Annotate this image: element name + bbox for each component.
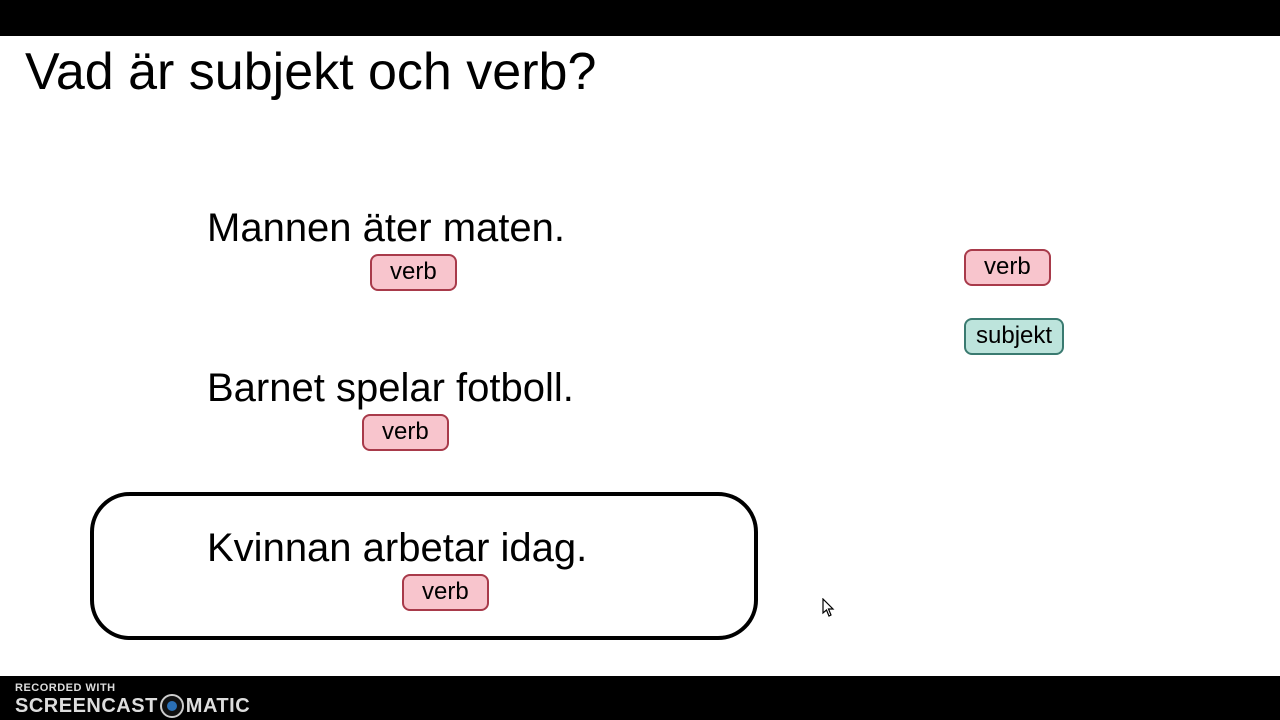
- legend-verb: verb: [964, 249, 1051, 286]
- watermark-brand-right: MATIC: [186, 695, 250, 718]
- watermark-logo-icon: [160, 694, 184, 718]
- watermark-line1: RECORDED WITH: [15, 682, 116, 694]
- verb-tag-2: verb: [362, 414, 449, 451]
- sentence-1: Mannen äter maten.: [207, 206, 565, 251]
- mouse-cursor-icon: [822, 598, 836, 618]
- letterbox-top: [0, 0, 1280, 36]
- sentence-3: Kvinnan arbetar idag.: [207, 526, 587, 571]
- slide-title: Vad är subjekt och verb?: [25, 42, 596, 102]
- slide-canvas: Vad är subjekt och verb? Mannen äter mat…: [0, 36, 1280, 676]
- verb-tag-3: verb: [402, 574, 489, 611]
- legend-subjekt: subjekt: [964, 318, 1064, 355]
- sentence-2: Barnet spelar fotboll.: [207, 366, 574, 411]
- watermark-brand-left: SCREENCAST: [15, 695, 158, 718]
- verb-tag-1: verb: [370, 254, 457, 291]
- watermark-brand: SCREENCAST MATIC: [15, 694, 250, 718]
